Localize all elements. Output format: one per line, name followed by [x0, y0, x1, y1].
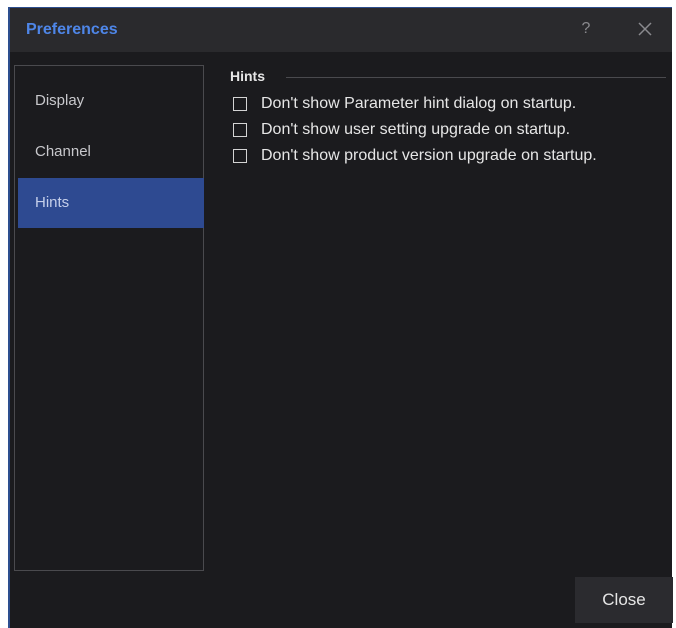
title-bar: Preferences ? — [10, 8, 672, 52]
category-sidebar: Display Channel Hints — [14, 65, 204, 571]
group-divider — [286, 77, 666, 78]
close-icon[interactable] — [636, 20, 654, 38]
checkbox-label: Don't show Parameter hint dialog on star… — [261, 95, 577, 112]
preferences-dialog: Preferences ? Display Channel Hints Hint… — [8, 7, 673, 628]
checkbox[interactable] — [233, 97, 247, 111]
help-button[interactable]: ? — [576, 18, 596, 40]
checkbox-label: Don't show product version upgrade on st… — [261, 147, 597, 164]
dialog-title: Preferences — [26, 21, 118, 38]
sidebar-item-hints[interactable]: Hints — [18, 178, 204, 228]
sidebar-item-display[interactable]: Display — [18, 76, 204, 126]
hints-group-title: Hints — [230, 68, 265, 84]
close-button[interactable]: Close — [575, 577, 673, 623]
checkbox[interactable] — [233, 149, 247, 163]
sidebar-item-channel[interactable]: Channel — [18, 127, 204, 177]
close-x-glyph — [638, 22, 652, 36]
checkbox-label: Don't show user setting upgrade on start… — [261, 121, 571, 138]
checkbox[interactable] — [233, 123, 247, 137]
